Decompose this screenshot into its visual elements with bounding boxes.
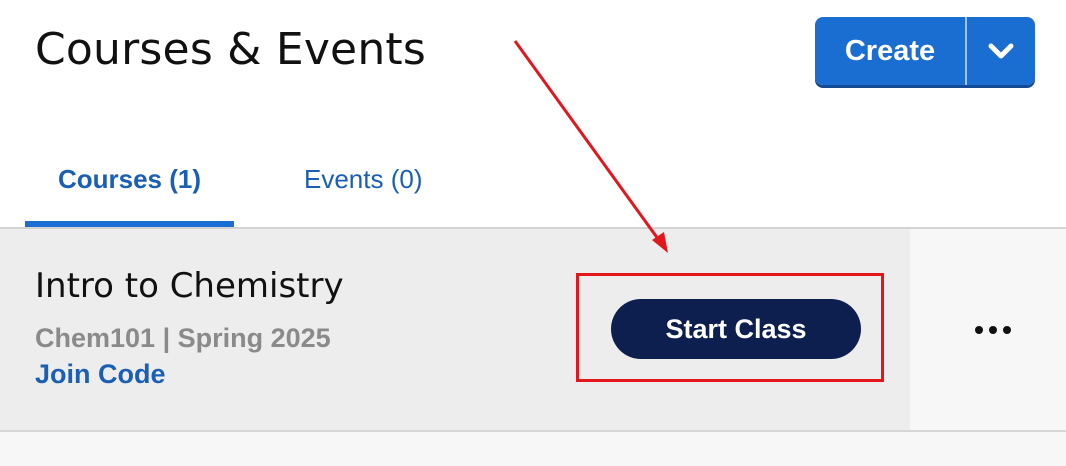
- create-button-group: Create: [815, 17, 1035, 85]
- course-name: Intro to Chemistry: [35, 266, 344, 306]
- tab-courses[interactable]: Courses (1): [25, 130, 234, 229]
- join-code-link[interactable]: Join Code: [35, 359, 166, 390]
- tab-bar: Courses (1) Events (0): [25, 130, 525, 229]
- page-title: Courses & Events: [35, 24, 426, 75]
- start-class-button[interactable]: Start Class: [611, 299, 861, 359]
- list-empty-area: [0, 432, 1066, 466]
- create-dropdown-button[interactable]: [967, 17, 1035, 85]
- course-meta: Chem101 | Spring 2025: [35, 323, 331, 353]
- chevron-down-icon: [988, 43, 1014, 59]
- tab-events[interactable]: Events (0): [304, 130, 423, 228]
- tab-events-label: Events (0): [304, 163, 423, 194]
- more-horizontal-icon: [975, 326, 1011, 334]
- tab-courses-label: Courses (1): [57, 163, 202, 194]
- courses-events-page: Courses & Events Create Courses (1) Even…: [0, 0, 1066, 466]
- create-button[interactable]: Create: [815, 17, 965, 85]
- more-options-button[interactable]: [963, 310, 1023, 350]
